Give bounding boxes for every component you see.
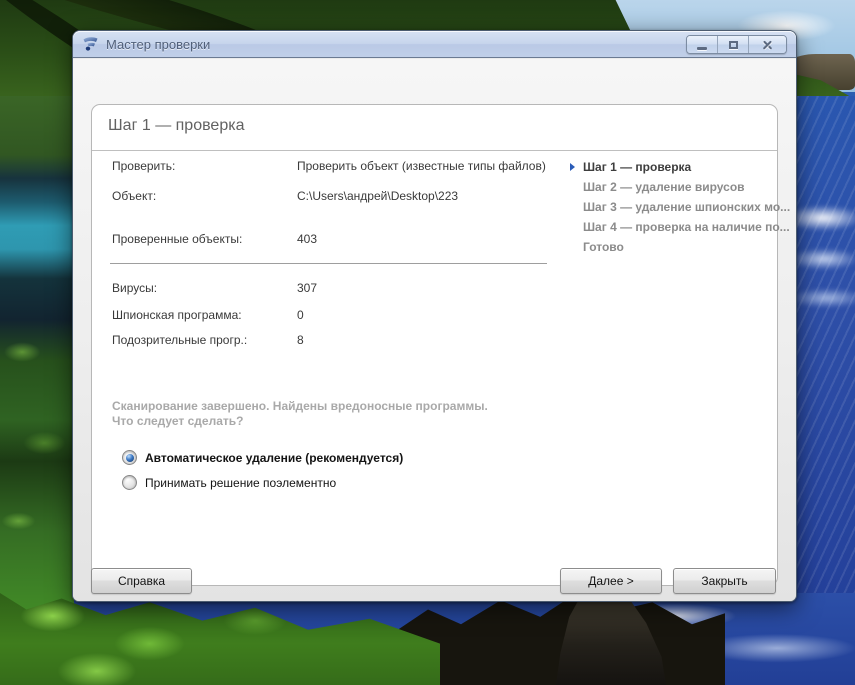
- wizard-panel: Шаг 1 — проверка Проверить: Проверить об…: [91, 104, 790, 586]
- step-label: Шаг 4 — проверка на наличие по...: [583, 220, 790, 234]
- radio-dot: [125, 453, 134, 462]
- window-title: Мастер проверки: [106, 36, 211, 52]
- close-button[interactable]: [749, 36, 786, 53]
- row-label: Вирусы:: [112, 281, 158, 295]
- wallpaper-wave-foam: [789, 248, 855, 270]
- row-value: Проверить объект (известные типы файлов): [297, 159, 546, 173]
- row-value: 0: [297, 308, 304, 322]
- step-item-4: Шаг 4 — проверка на наличие по...: [570, 221, 790, 233]
- page-title: Шаг 1 — проверка: [108, 117, 245, 134]
- status-line-1: Сканирование завершено. Найдены вредонос…: [112, 399, 488, 413]
- option-auto-removal[interactable]: Автоматическое удаление (рекомендуется): [122, 450, 403, 465]
- window-body: Шаг 1 — проверка Проверить: Проверить об…: [73, 59, 796, 601]
- row-value: 8: [297, 333, 304, 347]
- wizard-steps-list: Шаг 1 — проверка Шаг 2 — удаление вирусо…: [570, 161, 790, 261]
- maximize-button[interactable]: [718, 36, 749, 53]
- row-label: Подозрительные прогр.:: [112, 333, 248, 347]
- option-decide-per-item[interactable]: Принимать решение поэлементно: [122, 475, 336, 490]
- wallpaper-ocean: [797, 96, 855, 605]
- window-titlebar[interactable]: Мастер проверки: [73, 31, 796, 58]
- step-label: Готово: [583, 240, 624, 254]
- wallpaper-plants: [0, 593, 440, 685]
- row-value: C:\Users\андрей\Desktop\223: [297, 189, 459, 203]
- row-label: Объект:: [112, 189, 157, 203]
- close-wizard-button[interactable]: Закрыть: [673, 568, 776, 594]
- row-value: 307: [297, 281, 318, 295]
- wallpaper-left-foliage-highlight: [0, 300, 74, 560]
- summary-row: Объект: C:\Users\андрей\Desktop\223: [112, 189, 562, 203]
- help-button[interactable]: Справка: [91, 568, 192, 594]
- minimize-icon: [697, 47, 707, 50]
- maximize-icon: [728, 40, 738, 49]
- scan-wizard-window: Мастер проверки Шаг 1 — проверка Провери…: [72, 30, 797, 602]
- row-label: Шпионская программа:: [112, 308, 242, 322]
- desktop-wallpaper: Мастер проверки Шаг 1 — проверка Провери…: [0, 0, 855, 685]
- radio-selected-icon[interactable]: [122, 450, 137, 465]
- close-icon: [762, 39, 773, 50]
- radio-unselected-icon[interactable]: [122, 475, 137, 490]
- step-label: Шаг 3 — удаление шпионских мо...: [583, 200, 791, 214]
- result-row: Подозрительные прогр.: 8: [112, 333, 562, 347]
- option-label: Принимать решение поэлементно: [145, 475, 337, 490]
- row-label: Проверить:: [112, 159, 176, 173]
- minimize-button[interactable]: [687, 36, 718, 53]
- status-line-2: Что следует сделать?: [112, 414, 244, 428]
- result-row: Шпионская программа: 0: [112, 308, 562, 322]
- row-label: Проверенные объекты:: [112, 232, 243, 246]
- window-controls: [686, 35, 787, 54]
- step-item-done: Готово: [570, 241, 775, 253]
- scan-status-text: Сканирование завершено. Найдены вредонос…: [112, 399, 488, 429]
- step-label: Шаг 2 — удаление вирусов: [583, 180, 745, 194]
- row-value: 403: [297, 232, 318, 246]
- fsecure-logo-icon: [83, 37, 98, 51]
- option-label: Автоматическое удаление (рекомендуется): [145, 450, 404, 465]
- wallpaper-bottom: [0, 585, 855, 685]
- result-row: Вирусы: 307: [112, 281, 562, 295]
- step-label: Шаг 1 — проверка: [583, 160, 692, 174]
- summary-row: Проверенные объекты: 403: [112, 232, 562, 246]
- step-item-2: Шаг 2 — удаление вирусов: [570, 181, 775, 193]
- results-divider: [110, 263, 547, 264]
- next-button[interactable]: Далее >: [560, 568, 662, 594]
- step-item-1-current: Шаг 1 — проверка: [570, 161, 775, 173]
- heading-divider: [92, 150, 777, 151]
- step-item-3: Шаг 3 — удаление шпионских мо...: [570, 201, 790, 213]
- wallpaper-wave-foam: [789, 288, 855, 308]
- current-step-arrow-icon: [570, 163, 575, 171]
- summary-row: Проверить: Проверить объект (известные т…: [112, 159, 562, 173]
